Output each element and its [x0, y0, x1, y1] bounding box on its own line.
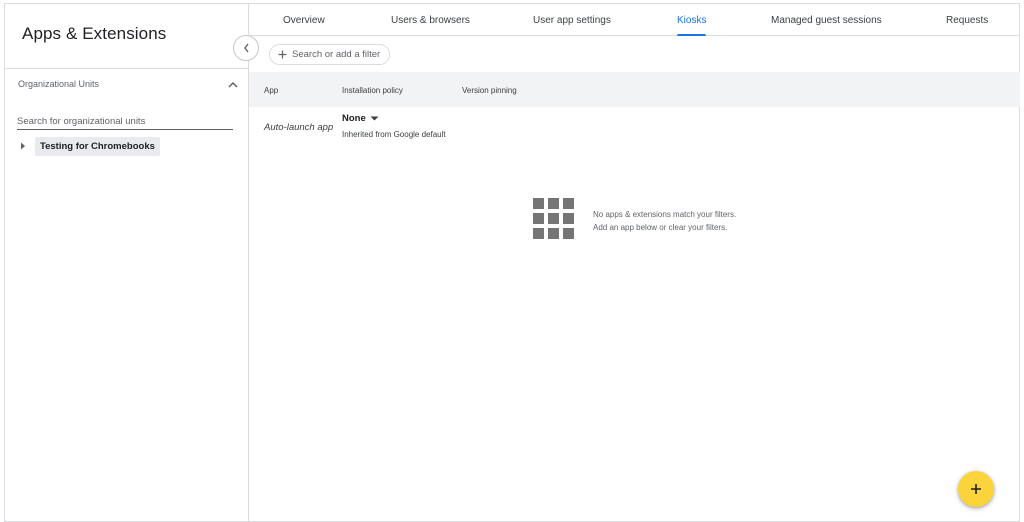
- tab-managed-guest-sessions[interactable]: Managed guest sessions: [771, 4, 882, 36]
- org-units-label: Organizational Units: [18, 79, 100, 89]
- column-header-version-pinning: Version pinning: [462, 86, 517, 95]
- tree-item[interactable]: Testing for Chromebooks: [17, 135, 160, 157]
- empty-state-message: No apps & extensions match your filters.…: [593, 208, 736, 234]
- chevron-up-icon[interactable]: [227, 78, 239, 90]
- caret-down-icon: [370, 116, 379, 121]
- collapse-panel-button[interactable]: [233, 35, 259, 61]
- org-units-header[interactable]: Organizational Units: [5, 68, 248, 100]
- table-row-app: Auto-launch app: [264, 122, 334, 133]
- triangle-right-icon[interactable]: [17, 140, 29, 152]
- empty-state-line-2: Add an app below or clear your filters.: [593, 223, 728, 232]
- empty-state: No apps & extensions match your filters.…: [533, 198, 736, 239]
- apps-grid-icon: [533, 198, 574, 239]
- tab-overview[interactable]: Overview: [283, 4, 325, 36]
- main-content: Overview Users & browsers User app setti…: [249, 4, 1020, 521]
- tab-kiosks[interactable]: Kiosks: [677, 4, 707, 36]
- left-panel: Apps & Extensions Organizational Units T…: [5, 4, 249, 521]
- add-app-button[interactable]: [958, 471, 994, 507]
- plus-icon: [970, 483, 982, 495]
- tab-requests[interactable]: Requests: [946, 4, 988, 36]
- filter-placeholder: Search or add a filter: [292, 49, 381, 60]
- column-header-app: App: [264, 86, 279, 95]
- tree-item-label[interactable]: Testing for Chromebooks: [35, 136, 160, 156]
- org-unit-search-input[interactable]: [17, 113, 233, 130]
- tab-bar: Overview Users & browsers User app setti…: [249, 4, 1020, 36]
- empty-state-line-1: No apps & extensions match your filters.: [593, 210, 737, 219]
- page-title: Apps & Extensions: [22, 24, 167, 43]
- plus-icon: [278, 50, 287, 59]
- table-header: App Installation policy Version pinning: [249, 72, 1020, 107]
- installation-policy-dropdown[interactable]: None: [342, 113, 379, 124]
- tab-user-app-settings[interactable]: User app settings: [533, 4, 611, 36]
- tab-users-browsers[interactable]: Users & browsers: [391, 4, 470, 36]
- policy-inherited-text: Inherited from Google default: [342, 130, 446, 139]
- app-window: Apps & Extensions Organizational Units T…: [4, 3, 1020, 522]
- filter-button[interactable]: Search or add a filter: [269, 44, 391, 65]
- chevron-left-icon: [243, 43, 250, 53]
- column-header-installation-policy: Installation policy: [342, 86, 403, 95]
- policy-value: None: [342, 113, 366, 124]
